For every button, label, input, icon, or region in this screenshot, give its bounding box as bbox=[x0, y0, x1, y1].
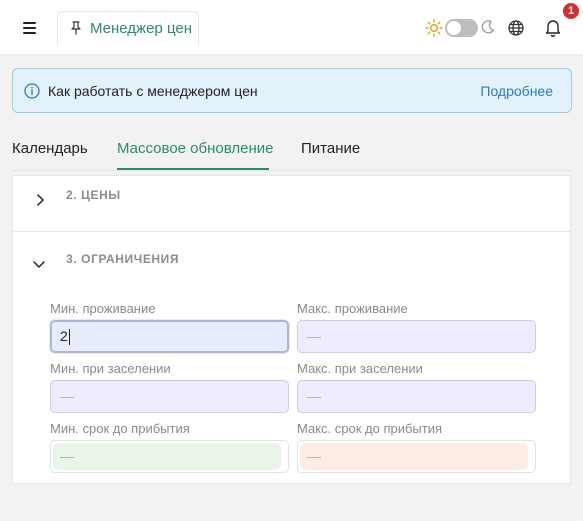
min-stay-label: Мин. проживание bbox=[50, 301, 156, 316]
min-lead-label: Мин. срок до прибытия bbox=[50, 421, 190, 436]
max-lead-fill bbox=[300, 443, 528, 470]
section-divider bbox=[13, 231, 570, 232]
info-banner: Как работать с менеджером цен Подробнее bbox=[12, 68, 572, 113]
min-checkin-input[interactable]: — bbox=[50, 380, 289, 413]
theme-toggle[interactable] bbox=[445, 19, 478, 37]
learn-more-link[interactable]: Подробнее bbox=[480, 83, 553, 99]
tab-calendar[interactable]: Календарь bbox=[12, 140, 88, 157]
menu-icon[interactable] bbox=[20, 18, 40, 38]
banner-text: Как работать с менеджером цен bbox=[48, 83, 258, 99]
tab-meals[interactable]: Питание bbox=[301, 140, 360, 157]
sun-icon bbox=[425, 19, 443, 37]
min-stay-input[interactable]: 2 bbox=[50, 320, 289, 353]
tabs: Календарь Массовое обновление Питание bbox=[0, 125, 583, 171]
max-stay-input[interactable]: — bbox=[297, 320, 536, 353]
max-stay-label: Макс. проживание bbox=[297, 301, 408, 316]
price-manager-tab[interactable]: Менеджер цен bbox=[57, 11, 199, 45]
min-lead-input[interactable]: — bbox=[50, 440, 289, 473]
moon-icon bbox=[481, 20, 495, 34]
max-lead-label: Макс. срок до прибытия bbox=[297, 421, 443, 436]
notification-badge: 1 bbox=[563, 3, 579, 19]
min-checkin-label: Мин. при заселении bbox=[50, 361, 171, 376]
toggle-knob bbox=[447, 21, 461, 35]
tab-title: Менеджер цен bbox=[90, 20, 192, 37]
min-checkin-placeholder: — bbox=[60, 388, 74, 404]
pin-icon bbox=[71, 21, 81, 35]
info-icon bbox=[24, 83, 40, 99]
bell-icon[interactable] bbox=[544, 18, 562, 38]
max-lead-input[interactable]: — bbox=[297, 440, 536, 473]
text-cursor bbox=[68, 329, 70, 346]
section-restrictions-title[interactable]: 3. ОГРАНИЧЕНИЯ bbox=[66, 252, 179, 266]
min-lead-fill bbox=[53, 443, 281, 470]
chevron-right-icon[interactable] bbox=[33, 193, 47, 207]
max-checkin-input[interactable]: — bbox=[297, 380, 536, 413]
bulk-update-panel: 2. ЦЕНЫ 3. ОГРАНИЧЕНИЯ Мин. проживание 2… bbox=[12, 175, 571, 484]
min-stay-value: 2 bbox=[60, 328, 68, 344]
globe-icon[interactable] bbox=[507, 19, 525, 37]
tab-bulk-update[interactable]: Массовое обновление bbox=[117, 140, 273, 157]
max-stay-placeholder: — bbox=[307, 328, 321, 344]
chevron-down-icon[interactable] bbox=[32, 257, 46, 271]
top-bar: Менеджер цен 1 bbox=[0, 0, 583, 55]
max-checkin-placeholder: — bbox=[307, 388, 321, 404]
max-checkin-label: Макс. при заселении bbox=[297, 361, 423, 376]
tabs-divider bbox=[12, 170, 572, 171]
max-lead-placeholder: — bbox=[307, 448, 321, 464]
section-prices-title[interactable]: 2. ЦЕНЫ bbox=[66, 188, 121, 202]
min-lead-placeholder: — bbox=[60, 448, 74, 464]
